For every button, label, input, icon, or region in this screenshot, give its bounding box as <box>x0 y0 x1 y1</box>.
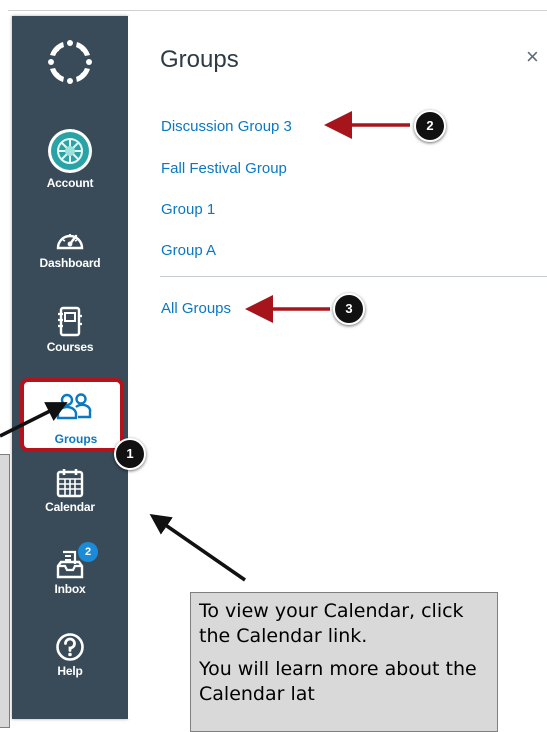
callout-line-2: You will learn more about the Calendar l… <box>199 658 477 705</box>
marker-3: 3 <box>333 293 365 325</box>
instruction-callout: To view your Calendar, click the Calenda… <box>190 592 498 732</box>
black-arrow-to-sidebar <box>149 514 246 582</box>
black-arrow-to-groups <box>0 402 68 438</box>
marker-2: 2 <box>414 110 446 142</box>
callout-line-1: To view your Calendar, click the Calenda… <box>199 600 464 647</box>
marker-1: 1 <box>114 438 146 470</box>
